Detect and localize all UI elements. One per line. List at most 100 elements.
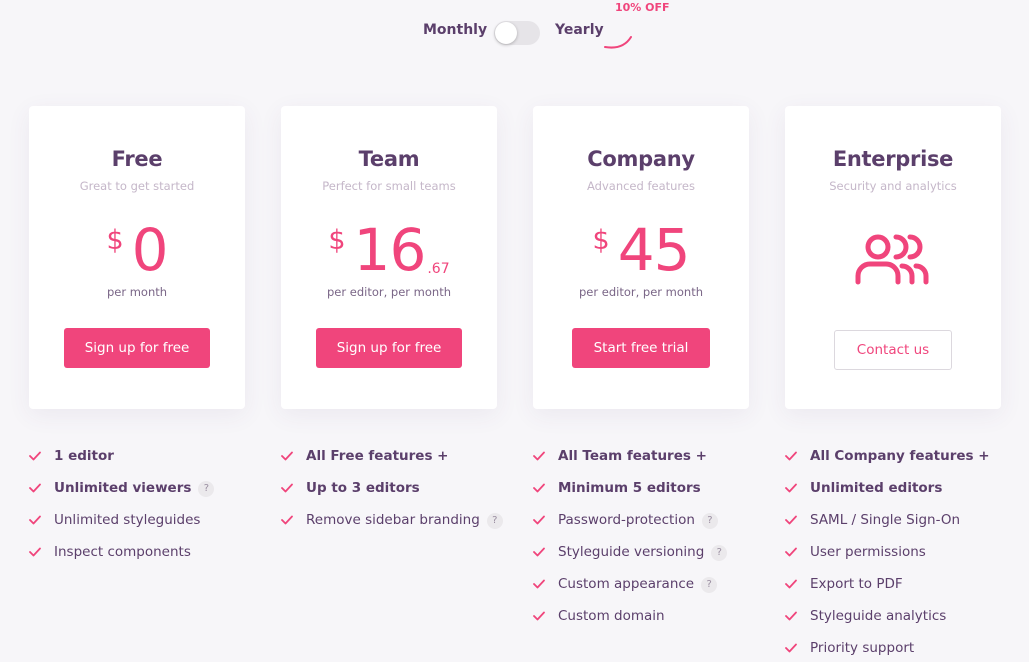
check-icon bbox=[533, 611, 545, 621]
check-icon bbox=[785, 611, 797, 621]
price-amount: 0 bbox=[131, 216, 169, 284]
monthly-label[interactable]: Monthly bbox=[423, 22, 487, 38]
switch-knob bbox=[495, 22, 517, 44]
check-icon bbox=[785, 483, 797, 493]
currency-symbol: $ bbox=[328, 225, 346, 256]
feature-item: Custom domain bbox=[533, 604, 727, 636]
check-icon bbox=[785, 643, 797, 653]
check-icon bbox=[29, 547, 41, 557]
price-period: per month bbox=[106, 285, 168, 299]
price-amount: 45 bbox=[617, 216, 691, 284]
feature-text: All Team features + bbox=[558, 448, 707, 464]
feature-list-free: 1 editor Unlimited viewers? Unlimited styl… bbox=[29, 444, 215, 572]
check-icon bbox=[785, 515, 797, 525]
feature-text: Styleguide versioning bbox=[558, 544, 705, 560]
price-cents: .67 bbox=[427, 261, 450, 277]
feature-item: Unlimited styleguides bbox=[29, 508, 214, 540]
currency-symbol: $ bbox=[106, 225, 124, 256]
check-icon bbox=[533, 451, 545, 461]
check-icon bbox=[785, 579, 797, 589]
feature-item: All Free features + bbox=[281, 444, 503, 476]
feature-item: Priority support bbox=[785, 636, 990, 662]
feature-text: Custom domain bbox=[558, 608, 665, 624]
check-icon bbox=[281, 451, 293, 461]
help-icon[interactable]: ? bbox=[701, 577, 718, 593]
feature-item: Password-protection? bbox=[533, 508, 727, 540]
plan-name: Enterprise bbox=[832, 147, 954, 171]
currency-symbol: $ bbox=[592, 225, 610, 256]
users-icon bbox=[855, 234, 929, 285]
billing-toggle-row: Monthly Yearly bbox=[0, 19, 1029, 49]
check-icon bbox=[281, 515, 293, 525]
price-period: per editor, per month bbox=[327, 285, 451, 299]
feature-item: Inspect components bbox=[29, 540, 214, 572]
help-icon[interactable]: ? bbox=[711, 545, 728, 561]
price-period: per editor, per month bbox=[579, 285, 703, 299]
feature-item: Custom appearance? bbox=[533, 572, 727, 604]
signup-free-button[interactable]: Sign up for free bbox=[64, 328, 210, 368]
check-icon bbox=[785, 547, 797, 557]
plan-price: $ 45 bbox=[533, 219, 749, 283]
plan-price: $ 0 bbox=[29, 219, 245, 283]
help-icon[interactable]: ? bbox=[701, 513, 718, 529]
feature-text: SAML / Single Sign-On bbox=[810, 512, 961, 528]
feature-text: Minimum 5 editors bbox=[558, 480, 701, 496]
feature-item: All Team features + bbox=[533, 444, 727, 476]
feature-text: Unlimited editors bbox=[810, 480, 943, 496]
feature-item: Export to PDF bbox=[785, 572, 990, 604]
discount-badge: 10% OFF bbox=[615, 1, 670, 14]
help-icon[interactable]: ? bbox=[198, 481, 215, 497]
feature-item: 1 editor bbox=[29, 444, 214, 476]
check-icon bbox=[29, 451, 41, 461]
check-icon bbox=[533, 483, 545, 493]
feature-item: Styleguide versioning? bbox=[533, 540, 728, 572]
feature-item: Minimum 5 editors bbox=[533, 476, 727, 508]
feature-item: Up to 3 editors bbox=[281, 476, 503, 508]
plan-card-free: Free Great to get started $ 0 per month … bbox=[29, 106, 245, 409]
plan-card-team: Team Perfect for small teams $ 16 .67 pe… bbox=[281, 106, 497, 409]
signup-team-button[interactable]: Sign up for free bbox=[316, 328, 462, 368]
feature-text: All Company features + bbox=[810, 448, 990, 464]
help-icon[interactable]: ? bbox=[486, 513, 503, 529]
check-icon bbox=[29, 483, 41, 493]
check-icon bbox=[281, 483, 293, 493]
feature-item: Remove sidebar branding? bbox=[281, 508, 503, 540]
yearly-label[interactable]: Yearly bbox=[555, 22, 604, 38]
feature-item: All Company features + bbox=[785, 444, 990, 476]
start-trial-button[interactable]: Start free trial bbox=[572, 328, 710, 368]
feature-text: Up to 3 editors bbox=[306, 480, 420, 496]
contact-us-button[interactable]: Contact us bbox=[834, 330, 952, 370]
feature-text: Unlimited viewers bbox=[54, 480, 192, 496]
plan-name: Company bbox=[587, 147, 695, 171]
feature-item: Unlimited viewers? bbox=[29, 476, 215, 508]
check-icon bbox=[785, 451, 797, 461]
feature-text: All Free features + bbox=[306, 448, 449, 464]
billing-period-switch[interactable] bbox=[494, 21, 540, 45]
plan-name: Team bbox=[358, 147, 420, 171]
feature-text: User permissions bbox=[810, 544, 926, 560]
check-icon bbox=[29, 515, 41, 525]
feature-text: Styleguide analytics bbox=[810, 608, 947, 624]
feature-text: Unlimited styleguides bbox=[54, 512, 201, 528]
check-icon bbox=[533, 547, 545, 557]
plan-tagline: Advanced features bbox=[587, 179, 695, 193]
feature-item: Styleguide analytics bbox=[785, 604, 990, 636]
price-amount: 16 bbox=[353, 216, 427, 284]
discount-arrow-icon bbox=[604, 36, 632, 49]
plan-tagline: Security and analytics bbox=[829, 179, 957, 193]
feature-list-enterprise: All Company features + Unlimited editors S… bbox=[785, 444, 990, 662]
feature-text: Remove sidebar branding bbox=[306, 512, 480, 528]
feature-list-company: All Team features + Minimum 5 editors Pass… bbox=[533, 444, 728, 636]
check-icon bbox=[533, 579, 545, 589]
check-icon bbox=[533, 515, 545, 525]
feature-item: SAML / Single Sign-On bbox=[785, 508, 990, 540]
feature-text: Password-protection bbox=[558, 512, 695, 528]
feature-list-team: All Free features + Up to 3 editors Remove… bbox=[281, 444, 503, 540]
plan-name: Free bbox=[111, 147, 163, 171]
plan-tagline: Great to get started bbox=[79, 179, 195, 193]
feature-text: Custom appearance bbox=[558, 576, 695, 592]
feature-item: Unlimited editors bbox=[785, 476, 990, 508]
plan-tagline: Perfect for small teams bbox=[322, 179, 456, 193]
plan-card-company: Company Advanced features $ 45 per edito… bbox=[533, 106, 749, 409]
feature-text: Export to PDF bbox=[810, 576, 903, 592]
